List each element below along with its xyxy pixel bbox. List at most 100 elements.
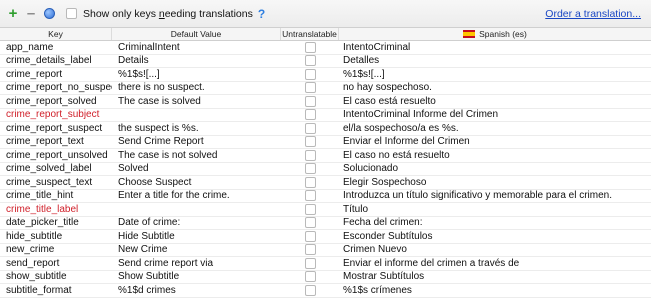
key-cell[interactable]: crime_solved_label [0,163,112,174]
default-value-cell[interactable]: the suspect is %s. [112,123,281,134]
untranslatable-checkbox[interactable] [304,55,316,67]
default-value-cell[interactable]: The case is not solved [112,150,281,161]
table-row[interactable]: crime_report_solved The case is solved El … [0,95,651,109]
table-row[interactable]: crime_solved_label Solved Solucionado [0,163,651,176]
spanish-translation-cell[interactable]: Esconder Subtítulos [339,231,651,242]
untranslatable-checkbox[interactable] [304,82,316,94]
spanish-translation-cell[interactable]: no hay sospechoso. [339,82,651,93]
table-row[interactable]: show_subtitle Show Subtitle Mostrar Subtít… [0,271,651,284]
key-cell[interactable]: crime_report_suspect [0,123,112,134]
spanish-translation-cell[interactable]: Crimen Nuevo [339,244,651,255]
default-value-cell[interactable]: Show Subtitle [112,271,281,282]
default-value-cell[interactable]: The case is solved [112,96,281,107]
spanish-translation-cell[interactable]: %1$s![...] [339,69,651,80]
table-row[interactable]: crime_report_subject IntentoCriminal Info… [0,109,651,122]
untranslatable-checkbox[interactable] [304,271,316,283]
table-row[interactable]: app_name CriminalIntent IntentoCriminal [0,41,651,55]
key-cell[interactable]: crime_suspect_text [0,177,112,188]
table-row[interactable]: crime_title_hint Enter a title for the cr… [0,190,651,203]
add-locale-button[interactable] [42,7,56,21]
spanish-translation-cell[interactable]: Mostrar Subtítulos [339,271,651,282]
key-cell[interactable]: crime_report_subject [0,109,112,120]
table-row[interactable]: crime_report %1$s![...] %1$s![...] [0,68,651,82]
spanish-translation-cell[interactable]: Introduzca un título significativo y mem… [339,190,651,201]
default-value-cell[interactable]: Hide Subtitle [112,231,281,242]
untranslatable-checkbox[interactable] [304,244,316,256]
untranslatable-checkbox[interactable] [304,176,316,188]
spanish-translation-cell[interactable]: IntentoCriminal Informe del Crimen [339,109,651,120]
untranslatable-checkbox[interactable] [304,230,316,242]
key-cell[interactable]: crime_report_text [0,136,112,147]
spanish-translation-cell[interactable]: El caso no está resuelto [339,150,651,161]
key-cell[interactable]: crime_title_label [0,204,112,215]
default-value-cell[interactable]: Date of crime: [112,217,281,228]
table-row[interactable]: crime_report_text Send Crime Report Enviar… [0,136,651,149]
spanish-translation-cell[interactable]: el/la sospechoso/a es %s. [339,123,651,134]
key-cell[interactable]: date_picker_title [0,217,112,228]
key-cell[interactable]: crime_report [0,69,112,80]
untranslatable-checkbox[interactable] [304,163,316,175]
key-cell[interactable]: hide_subtitle [0,231,112,242]
key-cell[interactable]: show_subtitle [0,271,112,282]
remove-key-button[interactable]: – [24,6,38,21]
key-cell[interactable]: subtitle_format [0,285,112,296]
key-cell[interactable]: send_report [0,258,112,269]
default-value-cell[interactable]: Send Crime Report [112,136,281,147]
untranslatable-checkbox[interactable] [304,136,316,148]
column-header-untranslatable[interactable]: Untranslatable [281,28,339,40]
spanish-translation-cell[interactable]: El caso está resuelto [339,96,651,107]
table-row[interactable]: send_report Send crime report via Enviar e… [0,257,651,271]
column-header-spanish[interactable]: Spanish (es) [339,28,651,40]
default-value-cell[interactable]: %1$s![...] [112,69,281,80]
table-row[interactable]: crime_report_unsolved The case is not sol… [0,149,651,163]
untranslatable-checkbox[interactable] [304,257,316,269]
table-row[interactable]: date_picker_title Date of crime: Fecha del… [0,217,651,230]
spanish-translation-cell[interactable]: Enviar el informe del crimen a través de [339,258,651,269]
untranslatable-checkbox[interactable] [304,190,316,202]
spanish-translation-cell[interactable]: Título [339,204,651,215]
filter-needing-translations-checkbox[interactable] [66,8,77,19]
table-row[interactable]: crime_details_label Details Detalles [0,55,651,68]
default-value-cell[interactable]: CriminalIntent [112,42,281,53]
key-cell[interactable]: crime_report_no_suspect [0,82,112,93]
key-cell[interactable]: crime_title_hint [0,190,112,201]
add-key-button[interactable]: + [6,6,20,21]
key-cell[interactable]: crime_details_label [0,55,112,66]
untranslatable-checkbox[interactable] [304,95,316,107]
default-value-cell[interactable]: Send crime report via [112,258,281,269]
table-row[interactable]: new_crime New Crime Crimen Nuevo [0,244,651,257]
default-value-cell[interactable]: New Crime [112,244,281,255]
spanish-translation-cell[interactable]: Elegir Sospechoso [339,177,651,188]
default-value-cell[interactable]: there is no suspect. [112,82,281,93]
untranslatable-checkbox[interactable] [304,284,316,296]
untranslatable-checkbox[interactable] [304,203,316,215]
table-row[interactable]: crime_title_label Título [0,203,651,217]
table-row[interactable]: crime_report_no_suspect there is no suspe… [0,82,651,95]
help-icon[interactable]: ? [258,7,265,21]
spanish-translation-cell[interactable]: Solucionado [339,163,651,174]
untranslatable-checkbox[interactable] [304,68,316,80]
table-row[interactable]: hide_subtitle Hide Subtitle Esconder Subtí… [0,230,651,244]
spanish-translation-cell[interactable]: IntentoCriminal [339,42,651,53]
default-value-cell[interactable]: Choose Suspect [112,177,281,188]
table-row[interactable]: subtitle_format %1$d crimes %1$s crímenes [0,284,651,298]
order-translation-link[interactable]: Order a translation... [545,8,641,20]
default-value-cell[interactable]: Details [112,55,281,66]
default-value-cell[interactable]: Enter a title for the crime. [112,190,281,201]
key-cell[interactable]: crime_report_solved [0,96,112,107]
column-header-default-value[interactable]: Default Value [112,28,281,40]
table-row[interactable]: crime_report_suspect the suspect is %s. el… [0,122,651,136]
untranslatable-checkbox[interactable] [304,122,316,134]
spanish-translation-cell[interactable]: Enviar el Informe del Crimen [339,136,651,147]
table-row[interactable]: crime_suspect_text Choose Suspect Elegir S… [0,176,651,190]
default-value-cell[interactable]: Solved [112,163,281,174]
spanish-translation-cell[interactable]: %1$s crímenes [339,285,651,296]
spanish-translation-cell[interactable]: Fecha del crimen: [339,217,651,228]
untranslatable-checkbox[interactable] [304,149,316,161]
untranslatable-checkbox[interactable] [304,217,316,229]
key-cell[interactable]: app_name [0,42,112,53]
spanish-translation-cell[interactable]: Detalles [339,55,651,66]
column-header-key[interactable]: Key [0,28,112,40]
key-cell[interactable]: crime_report_unsolved [0,150,112,161]
default-value-cell[interactable]: %1$d crimes [112,285,281,296]
